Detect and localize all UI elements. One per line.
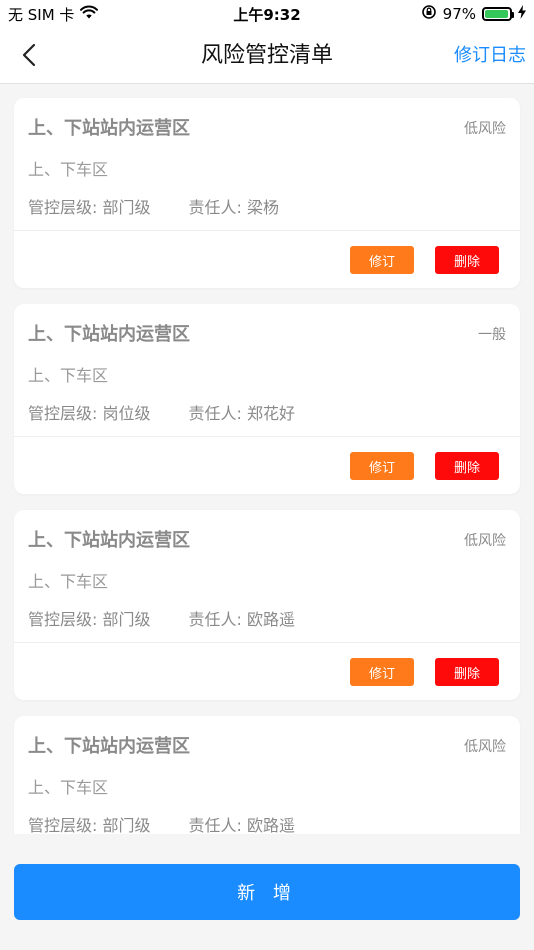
card-meta: 管控层级: 部门级 责任人: 欧路遥: [28, 812, 295, 834]
nav-bar: 风险管控清单 修订日志: [0, 28, 534, 84]
card-title: 上、下站站内运营区: [28, 324, 190, 345]
delete-button[interactable]: 删除: [435, 658, 499, 686]
card-title: 上、下站站内运营区: [28, 736, 190, 757]
status-bar: 无 SIM 卡 上午9:32 97%: [0, 0, 534, 28]
card-title: 上、下站站内运营区: [28, 530, 190, 551]
charging-icon: [518, 5, 526, 23]
battery-percent: 97%: [442, 5, 476, 23]
risk-level-badge: 低风险: [464, 121, 506, 137]
status-left: 无 SIM 卡: [8, 4, 99, 25]
battery-icon: [482, 7, 514, 21]
card-subtitle: 上、下车区: [28, 778, 109, 797]
card-meta: 管控层级: 部门级 责任人: 欧路遥: [28, 606, 295, 630]
status-time: 上午9:32: [233, 5, 301, 24]
status-right: 97%: [421, 4, 526, 24]
control-level: 管控层级: 部门级: [28, 816, 151, 834]
add-button[interactable]: 新 增: [14, 864, 520, 920]
card-divider: [14, 230, 520, 231]
card-divider: [14, 642, 520, 643]
risk-list[interactable]: 上、下站站内运营区 低风险 上、下车区 管控层级: 部门级 责任人: 梁杨 修订 …: [0, 84, 534, 834]
control-level: 管控层级: 岗位级: [28, 404, 151, 423]
delete-button[interactable]: 删除: [435, 452, 499, 480]
card-meta: 管控层级: 部门级 责任人: 梁杨: [28, 194, 279, 218]
responsible-person: 责任人: 梁杨: [188, 198, 279, 217]
control-level: 管控层级: 部门级: [28, 198, 151, 217]
card-meta: 管控层级: 岗位级 责任人: 郑花好: [28, 400, 295, 424]
risk-card: 上、下站站内运营区 一般 上、下车区 管控层级: 岗位级 责任人: 郑花好 修订 …: [14, 304, 520, 494]
risk-level-badge: 低风险: [464, 739, 506, 755]
risk-card: 上、下站站内运营区 低风险 上、下车区 管控层级: 部门级责任人: 欧路遥 修订…: [14, 716, 520, 834]
risk-level-badge: 低风险: [464, 533, 506, 549]
battery-level: [485, 10, 509, 18]
risk-level-badge: 一般: [478, 327, 506, 343]
edit-button[interactable]: 修订: [350, 246, 414, 274]
card-subtitle: 上、下车区: [28, 160, 109, 179]
responsible-person: 责任人: 欧路遥: [188, 610, 295, 629]
responsible-person: 责任人: 郑花好: [188, 404, 295, 423]
wifi-icon: [80, 5, 99, 23]
carrier-label: 无 SIM 卡: [8, 5, 75, 24]
card-subtitle: 上、下车区: [28, 572, 109, 591]
risk-card: 上、下站站内运营区 低风险 上、下车区 管控层级: 部门级 责任人: 欧路遥 修订…: [14, 510, 520, 700]
rotation-lock-icon: [421, 4, 437, 24]
responsible-person: 责任人: 欧路遥: [188, 816, 295, 834]
bottom-action-area: 新 增: [0, 834, 534, 950]
revision-log-link[interactable]: 修订日志: [454, 28, 526, 84]
card-subtitle: 上、下车区: [28, 366, 109, 385]
control-level: 管控层级: 部门级: [28, 610, 151, 629]
card-divider: [14, 436, 520, 437]
delete-button[interactable]: 删除: [435, 246, 499, 274]
card-title: 上、下站站内运营区: [28, 118, 190, 139]
risk-card: 上、下站站内运营区 低风险 上、下车区 管控层级: 部门级 责任人: 梁杨 修订 …: [14, 98, 520, 288]
edit-button[interactable]: 修订: [350, 658, 414, 686]
edit-button[interactable]: 修订: [350, 452, 414, 480]
